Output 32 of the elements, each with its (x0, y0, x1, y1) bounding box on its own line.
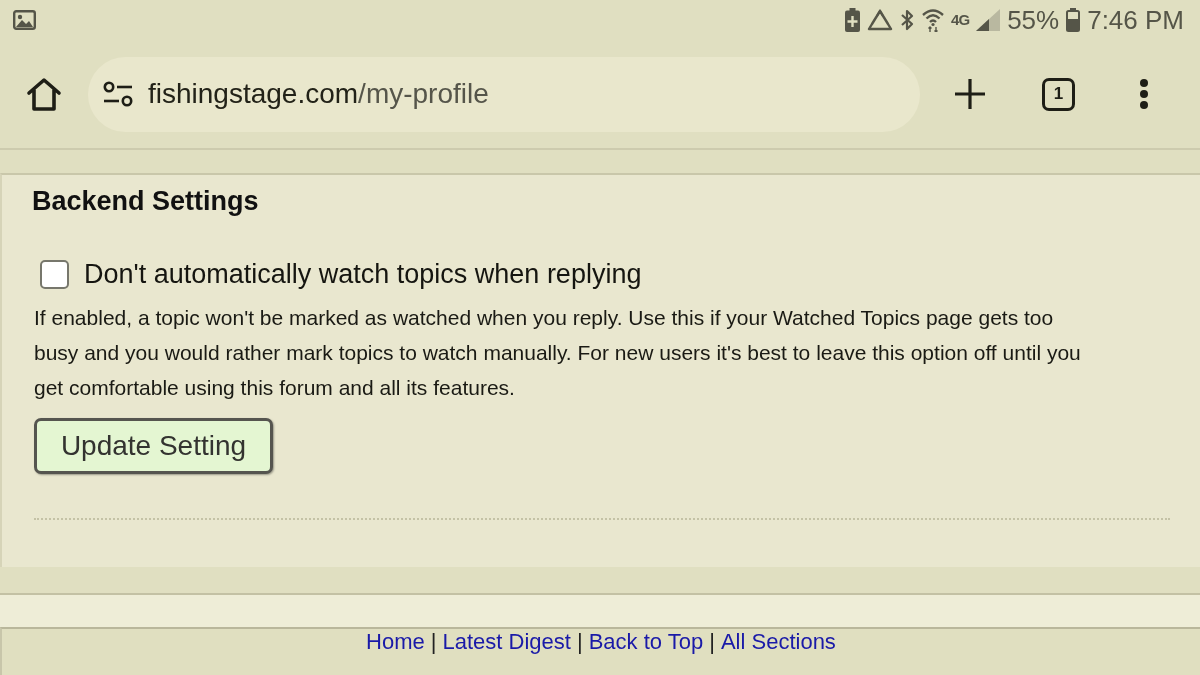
battery-plus-icon (845, 8, 861, 32)
menu-button[interactable] (1139, 78, 1149, 110)
new-tab-button[interactable] (954, 78, 986, 110)
option-description: If enabled, a topic won't be marked as watched when you reply. Use this if your Watched Topics page gets too busy and you would rather mark topics to watch manually. For new users it's best to leave this option off until you get comfortable using this forum and all its features. (34, 305, 1082, 401)
signal-icon (976, 9, 1001, 31)
section-heading: Backend Settings (32, 185, 259, 217)
footer-link[interactable]: Back to Top (588, 629, 704, 655)
wifi-icon (922, 8, 945, 32)
footer-link[interactable]: All Sections (720, 629, 836, 655)
battery-percent: 55% (1007, 5, 1060, 35)
update-setting-button[interactable]: Update Setting (34, 418, 273, 474)
clock-time: 7:46 PM (1087, 5, 1184, 35)
triangle-icon (867, 9, 894, 31)
footer-link[interactable]: Latest Digest (442, 629, 571, 655)
option-label: Don't automatically watch topics when replying (84, 258, 642, 291)
image-icon (13, 10, 36, 30)
address-bar[interactable]: fishingstage.com/my-profile (88, 56, 920, 132)
footer-link[interactable]: Home (366, 629, 425, 655)
watch-checkbox[interactable] (40, 259, 69, 289)
footer-separator: | (430, 629, 437, 655)
tab-count-button[interactable]: 1 (1042, 77, 1075, 111)
url-text: fishingstage.com/my-profile (148, 77, 489, 111)
more-vertical-icon (1139, 78, 1149, 110)
plus-icon (954, 78, 986, 110)
network-type-label: 4G (951, 12, 970, 28)
battery-icon (1066, 8, 1081, 32)
bluetooth-icon (900, 8, 916, 32)
footer-separator: | (576, 629, 583, 655)
home-icon (26, 76, 62, 112)
home-button[interactable] (26, 76, 62, 112)
tune-icon (103, 81, 133, 107)
footer-separator: | (709, 629, 715, 655)
